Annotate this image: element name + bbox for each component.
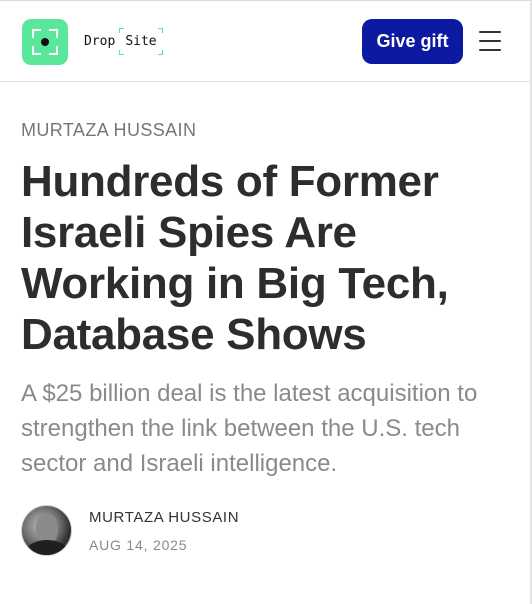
logo-dot-icon <box>41 38 49 46</box>
logo-corner-icon <box>32 29 41 38</box>
publish-date: AUG 14, 2025 <box>89 537 188 553</box>
article-author-top[interactable]: MURTAZA HUSSAIN <box>21 120 196 141</box>
hamburger-menu-icon[interactable] <box>479 31 501 51</box>
author-name[interactable]: MURTAZA HUSSAIN <box>89 509 239 526</box>
brand-word-site-frame: Site <box>119 27 163 55</box>
brand-word-drop: Drop <box>84 33 116 49</box>
site-header: Drop Site Give gift <box>0 0 530 82</box>
brand-wordmark[interactable]: Drop Site <box>84 27 163 55</box>
logo-corner-icon <box>49 46 58 55</box>
article-headline: Hundreds of Former Israeli Spies Are Wor… <box>21 157 449 359</box>
logo-corner-icon <box>32 46 41 55</box>
article-subtitle: A $25 billion deal is the latest acquisi… <box>21 380 478 477</box>
author-avatar[interactable] <box>21 505 72 556</box>
give-gift-button[interactable]: Give gift <box>362 19 463 64</box>
logo-corner-icon <box>49 29 58 38</box>
drop-site-logo-icon[interactable] <box>22 19 68 65</box>
brand-word-site: Site <box>125 33 157 49</box>
